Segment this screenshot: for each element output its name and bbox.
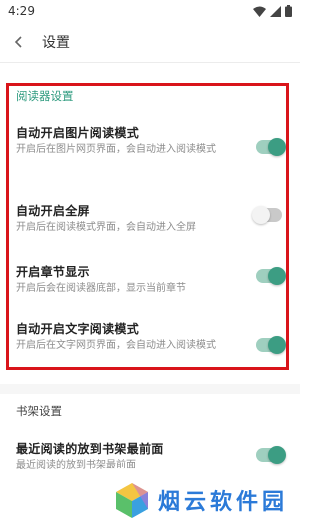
setting-desc: 开启后在图片网页界面，会自动进入阅读模式 [16,144,216,155]
setting-desc: 开启后在文字网页界面，会自动进入阅读模式 [16,340,216,351]
cube-logo-icon [116,482,148,518]
page-title: 设置 [42,35,70,51]
signal-icon [270,5,281,17]
toggle-chapter-display[interactable] [256,267,286,285]
setting-desc: 开启后会在阅读器底部，显示当前章节 [16,283,186,294]
status-icons [253,5,292,17]
toolbar: 设置 [0,22,300,62]
section-header-reader: 阅读器设置 [16,89,74,103]
setting-chapter-display[interactable]: 开启章节显示 开启后会在阅读器底部，显示当前章节 [0,263,300,299]
toggle-auto-fullscreen[interactable] [252,206,282,224]
section-separator [0,384,300,394]
setting-title: 自动开启全屏 [16,204,90,218]
toolbar-divider [0,62,300,63]
chevron-left-icon [14,36,22,48]
watermark-text: 烟云软件园 [158,489,289,515]
toggle-auto-text-reading[interactable] [256,336,286,354]
section-header-bookshelf: 书架设置 [16,404,62,418]
status-bar: 4:29 [0,0,300,22]
toggle-knob [252,206,270,224]
setting-title: 开启章节显示 [16,265,90,279]
setting-title: 自动开启文字阅读模式 [16,322,140,336]
toggle-knob [268,138,286,156]
setting-auto-image-reading[interactable]: 自动开启图片阅读模式 开启后在图片网页界面，会自动进入阅读模式 [0,124,300,176]
setting-title: 自动开启图片阅读模式 [16,126,140,140]
setting-auto-text-reading[interactable]: 自动开启文字阅读模式 开启后在文字网页界面，会自动进入阅读模式 [0,320,300,370]
battery-icon [285,5,292,17]
back-button[interactable] [0,22,38,62]
wifi-icon [253,6,266,17]
status-time: 4:29 [8,4,35,18]
toggle-auto-image-reading[interactable] [256,138,286,156]
setting-desc: 开启后在阅读模式界面，会自动进入全屏 [16,222,196,233]
setting-auto-fullscreen[interactable]: 自动开启全屏 开启后在阅读模式界面，会自动进入全屏 [0,202,300,238]
toggle-knob [268,336,286,354]
toggle-knob [268,267,286,285]
toggle-knob [268,446,286,464]
toggle-recent-first[interactable] [256,446,286,464]
watermark: 烟云软件园 [104,468,300,531]
setting-title: 最近阅读的放到书架最前面 [16,442,164,456]
